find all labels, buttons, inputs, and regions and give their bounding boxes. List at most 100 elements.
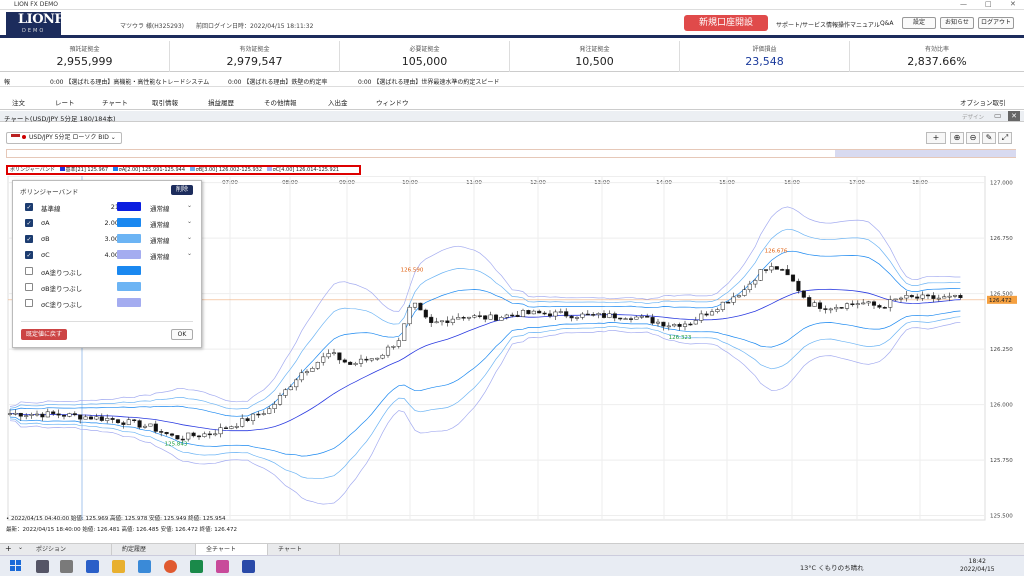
color-swatch[interactable] (117, 202, 141, 211)
param-input[interactable]: 4.00 (93, 251, 119, 259)
support-link[interactable]: サポート/サービス情報 (776, 20, 838, 29)
navigator-selection[interactable] (835, 150, 1016, 157)
line-name: σA塗りつぶし (41, 269, 83, 277)
candle (56, 413, 61, 416)
delete-button[interactable]: 削除 (171, 185, 193, 195)
app-icon[interactable] (60, 560, 73, 573)
line-style-select[interactable]: 通常線 (150, 219, 170, 229)
qa-link[interactable]: Q&A (880, 20, 894, 27)
menu-window[interactable]: ウィンドウ (376, 97, 409, 107)
expand-icon[interactable]: ⤢ (998, 132, 1012, 144)
legend-swatch (59, 167, 65, 171)
checkbox[interactable]: ✓ (25, 219, 33, 227)
symbol-select[interactable]: USD/JPY 5分足 ローソク BID ⌄ (6, 132, 122, 144)
manual-link[interactable]: 操作マニュアル (838, 20, 880, 29)
menu-rate[interactable]: レート (55, 97, 75, 107)
news-button[interactable]: お知らせ (940, 17, 974, 29)
candle (510, 314, 515, 317)
menu-chart[interactable]: チャート (102, 97, 128, 107)
windows-start-icon[interactable] (10, 560, 22, 572)
reset-defaults-button[interactable]: 既定値に戻す (21, 329, 67, 340)
ticker-item[interactable]: 0:00 【選ばれる理由】高機能・高性能なトレードシステム (50, 77, 209, 86)
candle (175, 435, 180, 440)
checkbox[interactable]: ✓ (25, 235, 33, 243)
menu-other-info[interactable]: その他情報 (264, 97, 297, 107)
candle (823, 308, 828, 310)
lionfx-taskbar-icon[interactable] (242, 560, 255, 573)
maximize-button[interactable]: □ (985, 0, 992, 8)
param-input[interactable]: 3.00 (93, 235, 119, 243)
chrome-icon[interactable] (164, 560, 177, 573)
explorer-icon[interactable] (112, 560, 125, 573)
divider (21, 321, 193, 322)
chart-close-icon[interactable]: ✕ (1008, 111, 1020, 121)
settings-button[interactable]: 設定 (902, 17, 936, 29)
candle (121, 422, 126, 425)
crosshair-tool-icon[interactable]: + (926, 132, 946, 144)
ticker-item[interactable]: 0:00 【選ばれる理由】世界最速水準の約定スピード (358, 77, 499, 86)
close-window-button[interactable]: ✕ (1010, 0, 1016, 8)
add-tab-icon[interactable]: + (5, 544, 12, 553)
draw-pen-icon[interactable]: ✎ (982, 132, 996, 144)
line-style-select[interactable]: 通常線 (150, 251, 170, 261)
color-swatch[interactable] (117, 298, 141, 307)
line-style-select[interactable]: 通常線 (150, 235, 170, 245)
checkbox[interactable] (25, 283, 33, 291)
candle (472, 315, 477, 318)
panel-title: ボリンジャーバンド (20, 188, 79, 196)
word-icon[interactable] (86, 560, 99, 573)
ok-button[interactable]: OK (171, 329, 193, 340)
color-swatch[interactable] (117, 250, 141, 259)
line-style-select[interactable]: 通常線 (150, 203, 170, 213)
app-icon[interactable] (138, 560, 151, 573)
zoom-in-icon[interactable]: ⊕ (950, 132, 964, 144)
param-input[interactable]: 21 (93, 203, 119, 211)
param-input[interactable]: 2.00 (93, 219, 119, 227)
menu-deposit[interactable]: 入出金 (328, 97, 348, 107)
color-swatch[interactable] (117, 282, 141, 291)
color-swatch[interactable] (117, 234, 141, 243)
app-icon[interactable] (216, 560, 229, 573)
logout-button[interactable]: ログアウト (978, 17, 1014, 29)
checkbox[interactable]: ✓ (25, 203, 33, 211)
candle (132, 419, 137, 421)
menu-pl-history[interactable]: 損益履歴 (208, 97, 234, 107)
candle (256, 413, 261, 416)
candle (110, 418, 115, 420)
candle (504, 314, 509, 318)
color-swatch[interactable] (117, 266, 141, 275)
candle (234, 426, 239, 428)
candle (526, 310, 531, 315)
candle (942, 296, 947, 299)
zoom-out-icon[interactable]: ⊖ (966, 132, 980, 144)
checkbox[interactable] (25, 267, 33, 275)
candle (553, 311, 558, 317)
candle (412, 302, 418, 308)
ticker-item[interactable]: 0:00 【選ばれる理由】鉄壁の約定率 (228, 77, 327, 86)
weather-widget[interactable]: 13°C くもりのち晴れ (800, 562, 864, 572)
system-clock[interactable]: 18:42 2022/04/15 (960, 558, 995, 574)
design-label[interactable]: デザイン (962, 113, 984, 121)
candle (515, 314, 520, 317)
candle (952, 295, 958, 297)
candle (429, 316, 434, 323)
candle (418, 302, 423, 311)
chart-minimize-icon[interactable]: ▭ (994, 111, 1002, 120)
candle (13, 412, 18, 415)
menu-options[interactable]: オプション取引 (960, 97, 1006, 107)
open-account-button[interactable]: 新規口座開設 (684, 15, 768, 31)
candle (277, 395, 283, 405)
candle (348, 361, 353, 365)
task-view-icon[interactable] (36, 560, 49, 573)
minimize-button[interactable]: — (960, 0, 967, 8)
checkbox[interactable] (25, 299, 33, 307)
menu-trade-info[interactable]: 取引情報 (152, 97, 178, 107)
color-swatch[interactable] (117, 218, 141, 227)
menu-order[interactable]: 注文 (12, 97, 25, 107)
chart-navigator[interactable] (6, 149, 1016, 158)
excel-icon[interactable] (190, 560, 203, 573)
bottom-tabs: + ⌄ ポジション 約定履歴 全チャート チャート (0, 543, 1024, 556)
tab-menu-icon[interactable]: ⌄ (18, 544, 23, 551)
checkbox[interactable]: ✓ (25, 251, 33, 259)
candle (272, 403, 277, 409)
